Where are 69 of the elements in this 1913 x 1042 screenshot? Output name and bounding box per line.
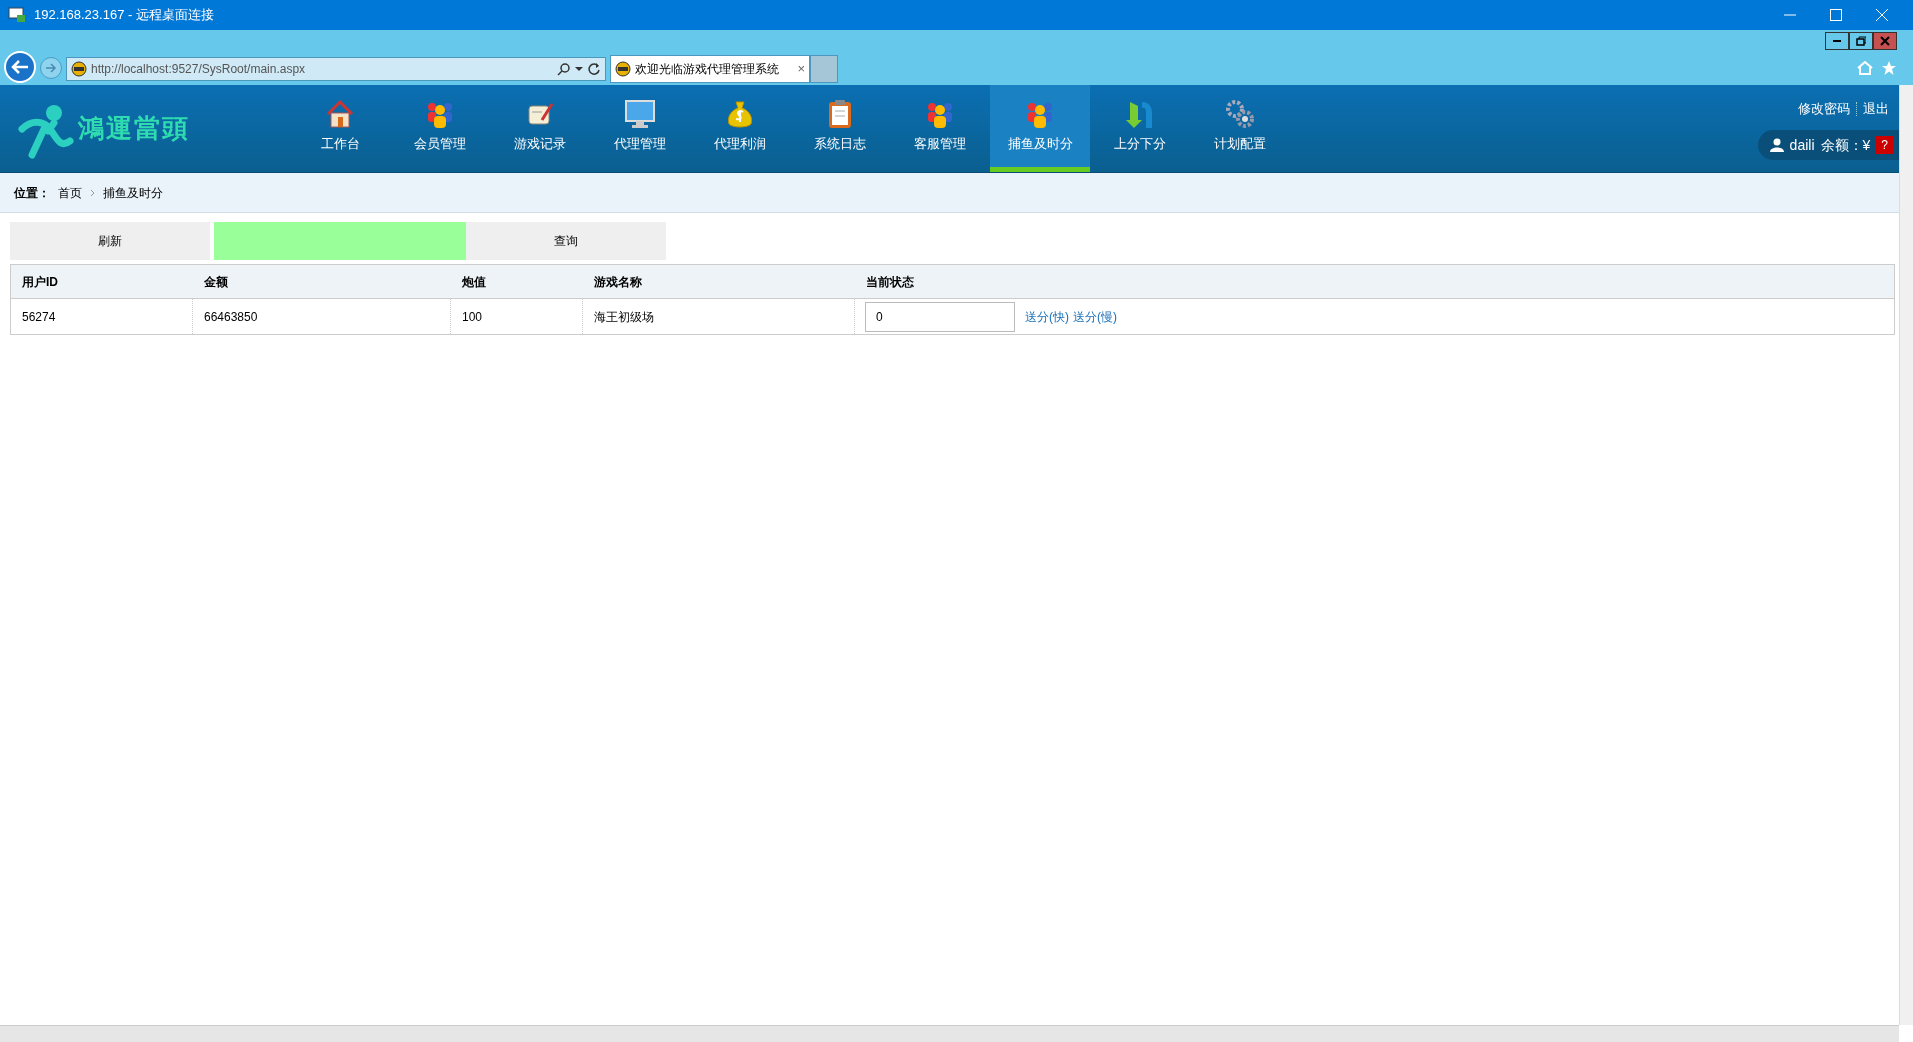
search-icon: [557, 62, 571, 76]
nav-item[interactable]: 会员管理: [390, 85, 490, 172]
window-title: 192.168.23.167 - 远程桌面连接: [34, 6, 214, 25]
column-header: 游戏名称: [582, 264, 855, 299]
address-text: http://localhost:9527/SysRoot/main.aspx: [91, 61, 307, 78]
user-icon: [1769, 138, 1784, 152]
address-bar[interactable]: http://localhost:9527/SysRoot/main.aspx: [66, 57, 606, 81]
balance-label: 余额：¥: [1820, 135, 1871, 155]
send-score-link[interactable]: 送分(慢): [1073, 307, 1117, 326]
column-header: 用户ID: [10, 264, 193, 299]
status-input[interactable]: 0: [865, 301, 1015, 332]
close-icon: [1876, 9, 1888, 21]
refresh-button[interactable]: 刷新: [10, 222, 210, 260]
back-button[interactable]: [4, 51, 36, 83]
tab-close-button[interactable]: ×: [797, 59, 805, 79]
browser-tab[interactable]: 欢迎光临游戏代理管理系统 ×: [610, 55, 810, 83]
header-link[interactable]: 退出: [1863, 99, 1889, 119]
nav-item[interactable]: 工作台: [290, 85, 390, 172]
star-icon: [1881, 60, 1897, 76]
nav-item[interactable]: 系统日志: [790, 85, 890, 172]
send-score-link[interactable]: 送分(快): [1025, 307, 1069, 326]
minimize-button[interactable]: [1825, 32, 1849, 50]
home-icon: [1857, 60, 1873, 76]
gears-icon: [1224, 98, 1256, 131]
tab-title: 欢迎光临游戏代理管理系统: [635, 61, 780, 78]
chevron-right-icon: [90, 188, 95, 197]
restore-icon: [1856, 36, 1866, 46]
column-header: 当前状态: [854, 264, 1895, 299]
table-cell: 海王初级场: [582, 298, 855, 335]
minimize-icon: [1784, 14, 1796, 16]
column-header: 金额: [192, 264, 451, 299]
arrow-left-icon: [11, 60, 29, 74]
refresh-icon: [587, 62, 601, 76]
nav-item[interactable]: 计划配置: [1190, 85, 1290, 172]
column-header: 炮值: [450, 264, 583, 299]
monitor-icon: [624, 98, 656, 131]
header-link[interactable]: 修改密码: [1798, 99, 1850, 119]
nav-item[interactable]: 上分下分: [1090, 85, 1190, 172]
maximize-icon: [1830, 9, 1842, 21]
remote-desktop-icon: [8, 7, 26, 23]
new-tab-button[interactable]: [810, 55, 838, 83]
site-icon: [615, 61, 631, 77]
table-cell: 100: [450, 298, 583, 335]
house-icon: [324, 98, 356, 131]
site-icon: [71, 61, 87, 77]
breadcrumb-link[interactable]: 首页: [58, 183, 82, 202]
query-button[interactable]: 查询: [466, 222, 666, 260]
restore-button[interactable]: [1849, 32, 1873, 50]
close-icon: [1880, 36, 1890, 46]
table-cell: 56274: [10, 298, 193, 335]
table-cell: 66463850: [192, 298, 451, 335]
close-button[interactable]: [1873, 32, 1897, 50]
nav-item[interactable]: 代理管理: [590, 85, 690, 172]
forward-button[interactable]: [40, 57, 62, 79]
nav-item[interactable]: 游戏记录: [490, 85, 590, 172]
username: daili: [1789, 135, 1815, 155]
nav-item[interactable]: 客服管理: [890, 85, 990, 172]
breadcrumb-label: 位置：: [14, 184, 50, 202]
minimize-icon: [1833, 40, 1841, 42]
dropdown-caret-icon: [575, 66, 583, 72]
nav-item[interactable]: 代理利润: [690, 85, 790, 172]
arrow-right-icon: [45, 63, 57, 73]
balance-badge: ?: [1876, 136, 1893, 154]
nav-item[interactable]: 捕鱼及时分: [990, 85, 1090, 172]
search-field[interactable]: [214, 222, 466, 260]
logo-text: 鴻運當頭: [78, 112, 190, 145]
vertical-scrollbar[interactable]: [1899, 85, 1913, 1025]
breadcrumb-link[interactable]: 捕鱼及时分: [103, 183, 163, 202]
horizontal-scrollbar[interactable]: [0, 1025, 1899, 1042]
